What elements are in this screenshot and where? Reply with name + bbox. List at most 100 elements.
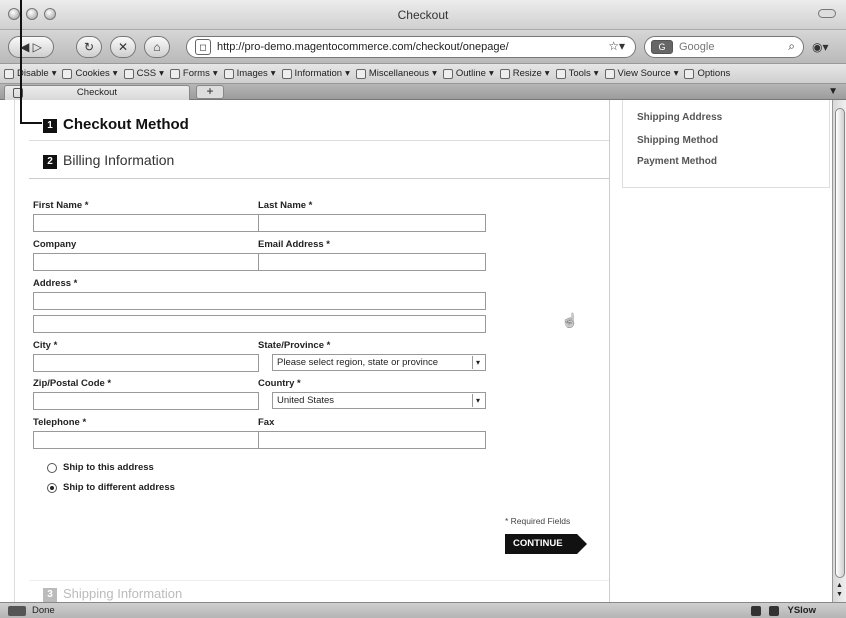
step-shipping-information[interactable]: 3 Shipping Information [43, 586, 182, 602]
continue-button[interactable]: CONTINUE [505, 534, 587, 554]
step-title: Billing Information [63, 152, 175, 168]
state-select[interactable]: Please select region, state or province … [272, 354, 486, 371]
state-selected-value: Please select region, state or province [277, 357, 439, 368]
email-label: Email Address * [258, 239, 330, 250]
ship-to-this-address-option[interactable]: Ship to this address [47, 462, 154, 473]
ship-option-label: Ship to different address [63, 482, 175, 493]
step-number-badge: 1 [43, 119, 57, 133]
toolbar-item-disable[interactable]: Disable ▾ [4, 68, 56, 79]
stop-icon: ✕ [117, 40, 129, 54]
toolbar-item-information[interactable]: Information ▾ [281, 68, 350, 79]
country-selected-value: United States [277, 395, 335, 406]
step-number-badge: 2 [43, 155, 57, 169]
web-developer-toolbar: Disable ▾ Cookies ▾ CSS ▾ Forms ▾ Images… [0, 64, 846, 84]
telephone-label: Telephone * [33, 417, 87, 428]
page-viewport: 1 Checkout Method 2 Billing Information Fi… [0, 100, 832, 602]
stop-button[interactable]: ✕ [110, 36, 136, 58]
window-titlebar: Checkout [0, 0, 846, 30]
required-fields-note: * Required Fields [505, 516, 571, 526]
radio-ship-to-this-address[interactable] [47, 462, 57, 473]
toolbar-toggle-button[interactable] [818, 9, 836, 18]
country-label: Country * [258, 378, 301, 389]
disable-icon [4, 68, 14, 79]
reload-icon: ↻ [83, 40, 95, 54]
toolbar-item-forms[interactable]: Forms ▾ [169, 68, 218, 79]
fax-label: Fax [258, 417, 275, 428]
home-button[interactable]: ⌂ [144, 36, 170, 58]
view-source-icon [604, 68, 615, 79]
telephone-field[interactable] [33, 431, 259, 449]
email-field[interactable] [258, 253, 486, 271]
url-bar[interactable]: ◻ http://pro-demo.magentocommerce.com/ch… [186, 36, 636, 58]
last-name-field[interactable] [258, 214, 486, 232]
forms-icon [169, 68, 180, 79]
step-billing-information[interactable]: 2 Billing Information [43, 152, 174, 169]
options-icon [684, 68, 695, 79]
window-title: Checkout [397, 8, 449, 22]
search-placeholder: Google [679, 41, 715, 53]
tab-list-icon[interactable]: ▼ [828, 86, 838, 97]
progress-item-shipping-address: Shipping Address [637, 112, 723, 123]
toolbar-item-tools[interactable]: Tools ▾ [555, 68, 599, 79]
toolbar-item-view-source[interactable]: View Source ▾ [604, 68, 678, 79]
address-line1-field[interactable] [33, 292, 486, 310]
step-title: Checkout Method [63, 116, 189, 133]
css-icon [123, 68, 134, 79]
step-checkout-method[interactable]: 1 Checkout Method [43, 116, 189, 133]
navigation-bar: ◀ ▷ ↻ ✕ ⌂ ◻ http://pro-demo.magentocomme… [0, 30, 846, 64]
toolbar-item-options[interactable]: Options [684, 68, 730, 79]
company-field[interactable] [33, 253, 259, 271]
step-number-badge: 3 [43, 588, 57, 602]
search-input[interactable]: G Google ⌕ [644, 36, 804, 58]
tab-bar: Checkout + ▼ [0, 84, 846, 100]
back-forward-button[interactable]: ◀ ▷ [8, 36, 54, 58]
country-select[interactable]: United States ▾ [272, 392, 486, 409]
annotation-callout-line [20, 122, 42, 124]
toolbar-item-images[interactable]: Images ▾ [223, 68, 276, 79]
radio-ship-to-different-address[interactable] [47, 482, 57, 493]
toolbar-item-resize[interactable]: Resize ▾ [499, 68, 550, 79]
toolbar-item-cookies[interactable]: Cookies ▾ [62, 68, 118, 79]
divider [29, 140, 609, 141]
ship-to-different-address-option[interactable]: Ship to different address [47, 482, 175, 493]
images-icon [223, 68, 234, 79]
address-label: Address * [33, 278, 78, 289]
outline-icon [442, 68, 453, 79]
fax-field[interactable] [258, 431, 486, 449]
scrollbar-thumb[interactable] [835, 108, 845, 578]
divider [29, 580, 609, 581]
new-tab-button[interactable]: + [196, 85, 224, 99]
progress-item-shipping-method: Shipping Method [637, 135, 719, 146]
scroll-down-arrow-icon[interactable]: ▼ [836, 591, 843, 598]
extension-icon[interactable]: ◉▾ [812, 40, 829, 54]
scroll-up-arrow-icon[interactable]: ▲ [836, 582, 843, 589]
yslow-icon[interactable] [769, 605, 780, 616]
checkout-main-column: 1 Checkout Method 2 Billing Information Fi… [14, 100, 610, 602]
addon-icon[interactable] [751, 605, 762, 616]
zip-field[interactable] [33, 392, 259, 410]
tab-checkout[interactable]: Checkout [4, 85, 190, 100]
company-label: Company [33, 239, 77, 250]
address-line2-field[interactable] [33, 315, 486, 333]
vertical-scrollbar[interactable]: ▲ ▼ [832, 100, 846, 602]
state-label: State/Province * [258, 340, 331, 351]
hand-cursor-icon: ☝ [561, 312, 579, 328]
yslow-label[interactable]: YSlow [787, 605, 816, 616]
status-icon [8, 606, 26, 616]
toolbar-item-miscellaneous[interactable]: Miscellaneous ▾ [355, 68, 437, 79]
checkout-progress-sidebar: Shipping Address Shipping Method Payment… [612, 100, 832, 602]
city-field[interactable] [33, 354, 259, 372]
search-engine-icon[interactable]: G [651, 40, 673, 54]
dropdown-arrow-icon: ▾ [472, 394, 483, 407]
last-name-label: Last Name * [258, 200, 313, 211]
magnifier-icon[interactable]: ⌕ [788, 39, 795, 54]
zip-label: Zip/Postal Code * [33, 378, 112, 389]
reload-button[interactable]: ↻ [76, 36, 102, 58]
first-name-field[interactable] [33, 214, 259, 232]
step-title: Shipping Information [63, 586, 183, 601]
bookmark-star-icon[interactable]: ☆▾ [608, 39, 625, 53]
toolbar-item-css[interactable]: CSS ▾ [123, 68, 164, 79]
status-bar: Done YSlow [0, 602, 846, 618]
miscellaneous-icon [355, 68, 366, 79]
toolbar-item-outline[interactable]: Outline ▾ [442, 68, 494, 79]
